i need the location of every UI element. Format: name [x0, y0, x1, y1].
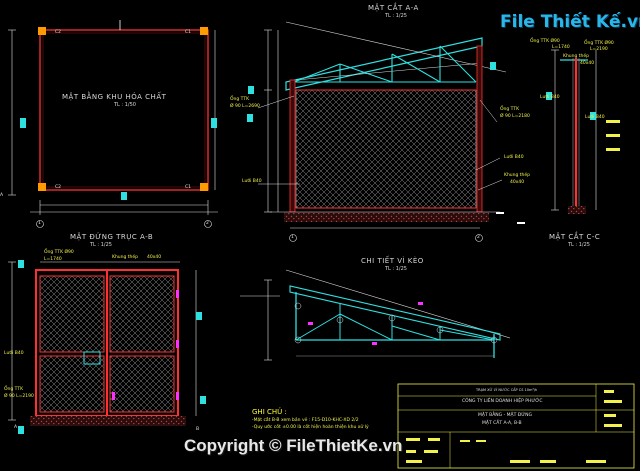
section-aa-pipe-dim: Ø 90 L=2690 — [230, 104, 260, 109]
axis-1-aa: 1 — [291, 235, 294, 240]
title-block-sheet-1: MẶT BẰNG - MẶT ĐỨNG — [478, 413, 532, 418]
notes-line-2: -Quy ước cốt ±0.00 là cốt hiện hoàn thiệ… — [252, 425, 369, 430]
title-block-company: CÔNG TY LIÊN DOANH HIỆP PHƯỚC — [462, 399, 543, 404]
elevation-mesh: Lưới B40 — [4, 351, 24, 356]
plan-columns — [38, 27, 208, 191]
elevation-title: MẶT ĐỨNG TRỤC A-B — [70, 233, 154, 241]
plan-scale: TL : 1/50 — [114, 102, 136, 108]
elevation-ground — [30, 416, 186, 426]
section-aa-truss — [293, 45, 477, 83]
truss-scale: TL : 1/25 — [385, 266, 407, 272]
section-aa-post-right — [476, 45, 483, 213]
section-aa-title: MẶT CẮT A-A — [368, 4, 419, 12]
plan-title: MẶT BẰNG KHU HÓA CHẤT — [62, 93, 167, 101]
axis-a-elev: A — [14, 425, 18, 430]
axis-b-elev: B — [196, 427, 200, 432]
elevation-ab — [8, 260, 206, 434]
section-cc-pipe-label: Ống TTK Ø90 — [530, 39, 560, 44]
axis-1-plan: 1 — [38, 221, 41, 226]
section-aa-post-left — [289, 79, 296, 213]
truss-title: CHI TIẾT VÌ KÈO — [361, 257, 424, 265]
elevation-pipe2-label: Ống TTK — [4, 387, 24, 392]
column-c2-top — [38, 27, 46, 35]
axis-2-plan: 2 — [206, 221, 209, 226]
section-cc-yellow-bars — [606, 120, 620, 151]
section-aa-pipe-label: Ống TTK — [230, 97, 250, 102]
plan-outline — [39, 29, 209, 191]
watermark-logo: File Thiết Kế.vn — [500, 12, 640, 32]
section-aa-mesh-right: Lưới B40 — [504, 155, 524, 160]
watermark-copyright: Copyright © FileThietKe.vn — [184, 436, 403, 455]
truss-detail — [240, 269, 511, 361]
section-aa-mesh — [295, 89, 477, 209]
section-cc-pipe2-dim: L=2190 — [590, 47, 608, 52]
section-cc-pipe-dim: L=1740 — [552, 45, 570, 50]
elevation-scale: TL : 1/25 — [90, 242, 112, 248]
column-c2-bottom — [38, 183, 46, 191]
section-aa-pipe2-dim: Ø 90 L=2180 — [500, 114, 530, 119]
elevation-pipe-label: Ống TTK Ø90 — [44, 250, 74, 255]
column-c1-top — [200, 27, 208, 35]
section-cc-mesh: Lưới B40 — [540, 95, 560, 100]
section-aa-frame-dim: 40x40 — [510, 180, 525, 185]
elevation-frame-label: Khung thép — [112, 255, 139, 260]
section-aa — [247, 21, 525, 242]
elevation-frame-dim: 40x40 — [147, 255, 162, 260]
section-cc-mesh2: Lưới B40 — [585, 115, 605, 120]
section-cc — [546, 49, 620, 214]
plan-label-c2-top: C2 — [55, 30, 62, 35]
notes-title: GHI CHÚ : — [252, 408, 287, 416]
plan-label-c2-bottom: C2 — [55, 185, 62, 190]
section-cc-frame-label: Khung thép — [563, 54, 590, 59]
section-aa-frame-label: Khung thép — [504, 173, 531, 178]
section-aa-pipe2-label: Ống TTK — [500, 107, 520, 112]
section-cc-pipe2-label: Ống TTK Ø90 — [584, 41, 614, 46]
section-aa-mesh-left: Lưới B40 — [242, 179, 262, 184]
title-block-project: TRẠM XỬ LÝ NƯỚC CẤP CS 10m³/h — [476, 388, 538, 392]
section-cc-scale: TL : 1/25 — [568, 242, 590, 248]
column-c1-bottom — [200, 183, 208, 191]
section-cc-title: MẶT CẮT C-C — [549, 233, 601, 241]
notes-line-1: -Mặt cắt B-B xem bản vẽ : F15-D10-KHC-XD… — [252, 418, 359, 423]
axis-a-top: A — [0, 193, 4, 198]
section-aa-ground — [284, 212, 489, 222]
axis-2-aa: 2 — [477, 235, 480, 240]
plan-label-c1-top: C1 — [185, 30, 192, 35]
elevation-pipe2-dim: Ø 90 L=2190 — [4, 394, 34, 399]
plan-label-c1-bottom: C1 — [185, 185, 192, 190]
plan-view — [8, 20, 218, 228]
title-block-sheet-2: MẶT CẮT A-A, B-B — [482, 421, 522, 426]
section-cc-frame-dim: 40x40 — [580, 61, 595, 66]
elevation-pipe-dim: L=1740 — [44, 257, 62, 262]
section-aa-scale: TL : 1/25 — [385, 13, 407, 19]
